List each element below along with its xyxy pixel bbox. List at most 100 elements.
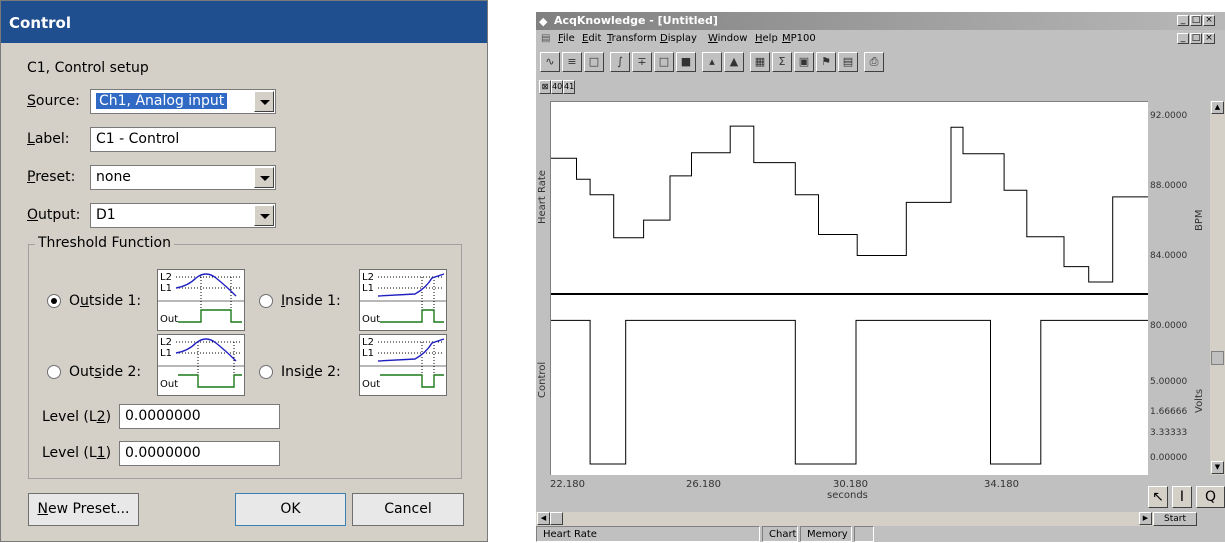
series-line-control xyxy=(551,319,1149,465)
chevron-down-icon[interactable] xyxy=(254,167,274,188)
menu-display[interactable]: Display xyxy=(660,31,697,47)
l2-label: L2 xyxy=(160,272,172,283)
ok-button[interactable]: OK xyxy=(235,493,346,526)
l2-label: L2 xyxy=(160,337,172,348)
journal-icon[interactable]: ▤ xyxy=(838,52,858,72)
maximize-icon[interactable]: □ xyxy=(1190,15,1202,26)
doc-restore-icon[interactable]: □ xyxy=(1190,33,1202,44)
sigma-icon[interactable]: Σ xyxy=(772,52,792,72)
threshold-legend: Threshold Function xyxy=(35,235,174,251)
output-select[interactable]: D1 xyxy=(90,203,276,228)
menu-transform[interactable]: Transform xyxy=(607,31,657,47)
status-memory: Memory xyxy=(800,526,852,542)
out-label: Out xyxy=(362,314,380,325)
toolbar: ∿ ≡ □ ∫ ∓ □ ■ ▴ ▲ ▦ Σ ▣ ⚑ ▤ ⎙ xyxy=(536,48,1225,74)
arrow-tool-icon[interactable]: ↖ xyxy=(1148,486,1168,508)
new-preset-button[interactable]: New Preset... xyxy=(28,493,139,526)
scroll-down-icon[interactable]: ▼ xyxy=(1211,461,1224,474)
x-tick-22: 22.180 xyxy=(550,479,585,490)
outside-thumbnail: L2 L1 Out xyxy=(157,269,245,331)
hr-tick-88: 88.0000 xyxy=(1150,181,1188,191)
inside2-label: Inside 2: xyxy=(281,364,341,380)
menu-window[interactable]: Window xyxy=(708,31,747,47)
label-input[interactable]: C1 - Control xyxy=(90,127,276,152)
app-icon: ◆ xyxy=(539,15,548,28)
chart-svg xyxy=(551,125,1149,465)
channel-40-button[interactable]: 40 xyxy=(551,80,563,94)
x-axis-unit: seconds xyxy=(827,490,868,501)
ibeam-tool-icon[interactable]: I xyxy=(1172,486,1192,508)
plot-area[interactable] xyxy=(550,101,1149,475)
series-line-heart-rate xyxy=(551,125,1149,283)
inside-thumbnail: L2 L1 Out xyxy=(359,269,447,331)
menu-bar: ▤ File Edit Transform Display Window Hel… xyxy=(536,31,1225,47)
marker-icon[interactable]: □ xyxy=(654,52,674,72)
outside1-radio[interactable] xyxy=(47,294,61,308)
hscroll-thumb[interactable] xyxy=(550,512,563,525)
cancel-button[interactable]: Cancel xyxy=(352,493,464,526)
output-label: Output: xyxy=(27,207,81,223)
chevron-down-icon[interactable] xyxy=(254,205,274,226)
matrix-icon[interactable]: ▣ xyxy=(794,52,814,72)
bpm-unit: BPM xyxy=(1194,209,1205,231)
status-mode: Chart xyxy=(762,526,798,542)
control-axis-label: Control xyxy=(537,361,548,398)
flag-icon[interactable]: ⚑ xyxy=(816,52,836,72)
chevron-down-icon[interactable] xyxy=(254,91,274,112)
close-icon[interactable]: × xyxy=(1203,15,1215,26)
preset-select[interactable]: none xyxy=(90,165,276,190)
level-l2-input[interactable]: 0.0000000 xyxy=(119,404,280,429)
print-icon[interactable]: ⎙ xyxy=(864,52,884,72)
menu-help[interactable]: Help xyxy=(755,31,778,47)
horizontal-scrollbar[interactable]: ◀ ▶ xyxy=(536,512,1153,526)
channel-41-button[interactable]: 41 xyxy=(563,80,575,94)
menu-file[interactable]: File xyxy=(558,31,575,47)
histogram-icon[interactable]: ▴ xyxy=(702,52,722,72)
menu-mp100[interactable]: MP100 xyxy=(782,31,816,47)
x-tick-26: 26.180 xyxy=(686,479,721,490)
doc-close-icon[interactable]: × xyxy=(1203,33,1215,44)
channel-toggle-icon[interactable]: ⊠ xyxy=(539,80,551,94)
outside2-radio[interactable] xyxy=(47,365,61,379)
scope-icon[interactable]: □ xyxy=(584,52,604,72)
scroll-up-icon[interactable]: ▲ xyxy=(1211,101,1224,114)
overlap-icon[interactable]: ≡ xyxy=(562,52,582,72)
out-label: Out xyxy=(160,314,178,325)
l1-label: L1 xyxy=(362,283,374,294)
fill-icon[interactable]: ■ xyxy=(676,52,696,72)
grid-icon[interactable]: ▦ xyxy=(750,52,770,72)
l2-label: L2 xyxy=(362,272,374,283)
l2-label: L2 xyxy=(362,337,374,348)
step-icon[interactable]: ∓ xyxy=(632,52,652,72)
area-icon[interactable]: ▲ xyxy=(724,52,744,72)
inside1-radio[interactable] xyxy=(259,294,273,308)
ctrl-tick-166: 1.66666 xyxy=(1150,407,1188,417)
l1-label: L1 xyxy=(362,348,374,359)
doc-minimize-icon[interactable]: _ xyxy=(1177,33,1189,44)
level-l1-input[interactable]: 0.0000000 xyxy=(119,441,280,466)
hr-tick-92: 92.0000 xyxy=(1150,111,1188,121)
minimize-icon[interactable]: _ xyxy=(1177,15,1189,26)
setup-subtitle: C1, Control setup xyxy=(27,60,149,76)
right-axis: 92.0000 88.0000 84.0000 80.0000 5.00000 … xyxy=(1148,101,1208,475)
menu-edit[interactable]: Edit xyxy=(582,31,601,47)
start-button[interactable]: Start xyxy=(1153,512,1197,526)
document-icon[interactable]: ▤ xyxy=(541,31,550,47)
vertical-scrollbar[interactable]: ▲ ▼ xyxy=(1210,101,1225,475)
scroll-right-icon[interactable]: ▶ xyxy=(1139,512,1152,525)
zoom-tool-icon[interactable]: Q xyxy=(1196,486,1225,508)
window-title: AcqKnowledge - [Untitled] xyxy=(536,12,1225,30)
inside2-radio[interactable] xyxy=(259,365,273,379)
control-dialog: Control C1, Control setup Source: Ch1, A… xyxy=(0,0,488,542)
source-select[interactable]: Ch1, Analog input xyxy=(90,89,276,114)
waveform-icon[interactable]: ∿ xyxy=(540,52,560,72)
peak-icon[interactable]: ∫ xyxy=(610,52,630,72)
level-l2-label: Level (L2) xyxy=(42,409,112,425)
hr-tick-84: 84.0000 xyxy=(1150,251,1188,261)
l1-label: L1 xyxy=(160,348,172,359)
scroll-left-icon[interactable]: ◀ xyxy=(537,512,550,525)
scroll-thumb[interactable] xyxy=(1211,351,1224,365)
status-bar: Heart Rate Chart Memory xyxy=(536,526,1225,542)
out-label: Out xyxy=(362,379,380,390)
x-tick-34: 34.180 xyxy=(984,479,1019,490)
